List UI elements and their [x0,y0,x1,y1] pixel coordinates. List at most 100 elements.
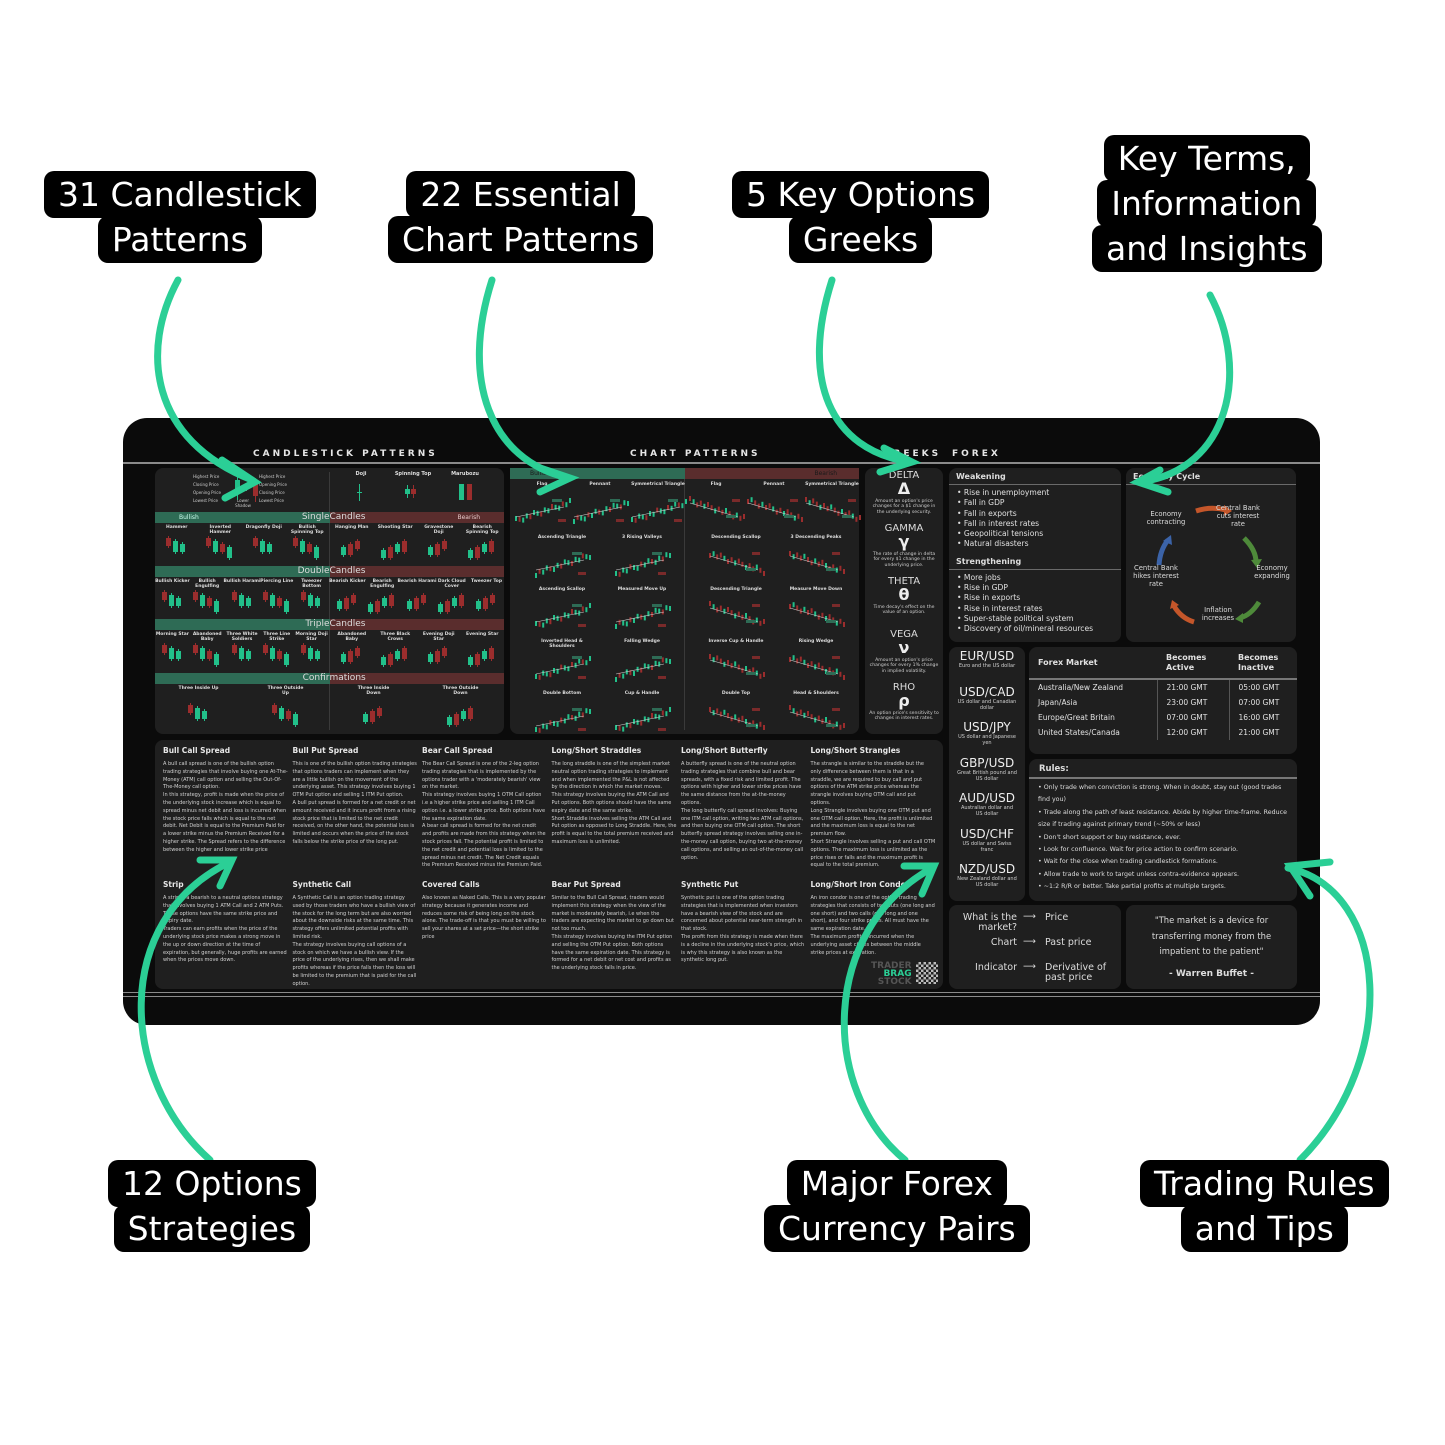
candle-body [260,541,266,552]
chart-candle [636,613,639,619]
strategy-description: A butterfly spread is one of the neutral… [681,761,804,861]
chart-candle [625,621,628,627]
chart-candle [525,513,528,519]
right-arrow-icon: ⟶ [1023,912,1036,922]
candle-body [231,592,237,600]
rule-item: • Wait for the close when trading candle… [1038,858,1218,866]
bearish-label: Bearish [814,470,837,477]
pair-code: AUD/USD [959,791,1015,805]
candle-body [459,484,464,500]
chart-candle [712,604,715,610]
trend-line [573,506,623,518]
right-arrow-icon: ⟶ [1023,962,1036,972]
bearish-candle [262,643,268,655]
bullish-candle [446,715,452,727]
bullish-candle [468,655,474,667]
chart-candle [789,551,791,556]
chart-candle [805,497,807,502]
bullish-candle [357,484,362,501]
section-band: Confir mations [155,673,504,684]
strategy-card: Covered Calls Also known as Naked Calls. … [422,880,547,942]
chart-candle [625,568,628,574]
basic-candle-name: Spinning Top [394,471,432,477]
chart-pattern-diagram [789,655,845,680]
candle-body [253,482,258,496]
bullish-candle [363,712,368,724]
chart-candle [759,620,762,626]
stop-marker [832,656,840,659]
candle-body [355,648,361,656]
trend-line [535,715,585,727]
bullish-candle [468,548,474,560]
bullish-candle [260,539,266,554]
chart-candle [823,503,825,508]
candle-body [262,592,268,600]
bearish-candle [207,596,213,608]
chart-candle [561,501,564,507]
column-header: Becomes Active [1157,647,1229,680]
chart-candle [745,719,747,724]
bearish-candle [231,590,237,602]
candle-body [467,708,473,719]
bearish-candle [220,542,226,554]
candle-body [343,598,349,609]
candle-body [245,651,251,659]
chart-candle [741,667,744,673]
chart-candle [581,606,584,612]
bullish-candle [213,539,219,554]
term-meaning: Derivative of past price [1045,962,1107,983]
greek-item: GAMMA γ The rate of change in delta for ev… [865,523,943,568]
chart-candle [797,513,800,519]
bullish-candle [451,596,457,608]
chart-candle [581,553,584,559]
chart-candle [734,661,737,667]
entry-marker [842,515,852,518]
chart-candle [817,715,820,721]
list-item: • Discovery of oil/mineral resources [957,624,1094,634]
chart-candle [737,558,740,564]
bearish-candle [343,596,349,611]
chart-candle [859,515,861,520]
table-row: United States/Canada 12:00 GMT 21:00 GMT [1029,725,1297,740]
callout-key-terms: Key Terms, Information and Insights [1092,135,1322,272]
strategy-title: Long/Short Iron Condor [810,880,910,889]
chart-candle [645,515,648,521]
bearish-candle [348,542,354,557]
chart-candle [535,674,537,679]
list-item: • Fall in interest rates [957,518,1040,528]
bullish-candle [459,484,464,500]
chart-candle [549,619,552,625]
chart-candle [647,664,650,670]
stop-marker [578,572,586,575]
chart-candle [654,660,657,666]
chart-candle [792,655,795,661]
chart-candle [789,657,791,662]
trend-line [709,555,759,571]
chart-pattern-diagram [747,497,803,522]
cycle-step: Central Bank hikes interest rate [1133,564,1179,588]
bearish-candle [285,709,291,721]
trend-line [615,715,665,727]
pair-description: Euro and the US dollar [958,663,1016,669]
cycle-step: Economy contracting [1146,510,1186,526]
trend-line [515,506,565,518]
chart-candle [839,565,842,571]
candle-body [195,708,200,719]
strategy-description: A bull call spread is one of the bullish… [163,761,288,853]
anatomy-label: Highest Price [259,474,286,479]
trend-line [789,711,839,727]
candle-pattern-name: Bullish Spinning Top [290,525,324,535]
bullish-candle [428,652,434,664]
candle-body [475,547,481,558]
callout-line: Trading Rules [1140,1160,1389,1207]
bullish-candle [460,709,466,721]
trend-line [689,502,739,518]
bearish-candle [402,646,408,661]
greek-symbol-icon: Δ [897,479,911,498]
candle-body [388,654,394,665]
chart-candle [636,719,639,725]
chart-candle [553,721,555,726]
chart-candle [563,612,566,618]
basic-candle-name: Marubozu [451,471,479,477]
chart-pattern-name: Flag [710,482,722,487]
